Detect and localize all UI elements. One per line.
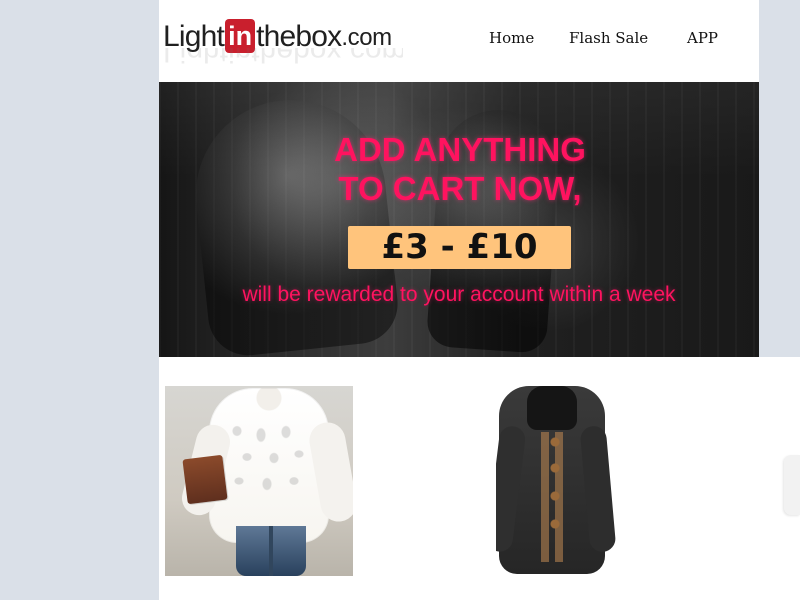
white-knit-sweater-image	[178, 388, 353, 543]
banner-subtext: will be rewarded to your account within …	[242, 283, 676, 306]
nav-home-link[interactable]: Home	[489, 29, 534, 47]
banner-headline: ADD ANYTHING TO CART NOW,	[334, 131, 586, 207]
nav-app-link[interactable]: APP	[687, 29, 718, 47]
page: Light in thebox.com Lightinthebox.com Home…	[159, 0, 800, 600]
brown-clutch-image	[182, 454, 228, 505]
white-sweater-knit-pattern	[225, 423, 313, 513]
white-knit-sweater-card[interactable]	[165, 386, 353, 576]
dark-cardigan-card[interactable]	[496, 386, 684, 576]
next-product-preview[interactable]	[784, 455, 800, 515]
dark-cardigan-image	[496, 386, 617, 574]
site-header: Light in thebox.com Lightinthebox.com Home…	[159, 0, 759, 82]
dark-cardigan-left-sleeve	[496, 424, 527, 554]
white-sweater-right-sleeve	[306, 419, 353, 525]
nav-flash-sale-link[interactable]: Flash Sale	[569, 29, 648, 47]
promo-banner[interactable]: ADD ANYTHING TO CART NOW, £3 - £10 will …	[159, 82, 759, 357]
product-grid	[159, 357, 800, 600]
reward-price-badge: £3 - £10	[348, 226, 571, 269]
main-nav: Home Flash Sale APP	[159, 29, 759, 49]
jeans-image	[236, 526, 306, 576]
dark-cardigan-right-sleeve	[579, 425, 617, 553]
dark-cardigan-buttons	[545, 432, 565, 552]
dark-cardigan-collar	[527, 386, 577, 430]
